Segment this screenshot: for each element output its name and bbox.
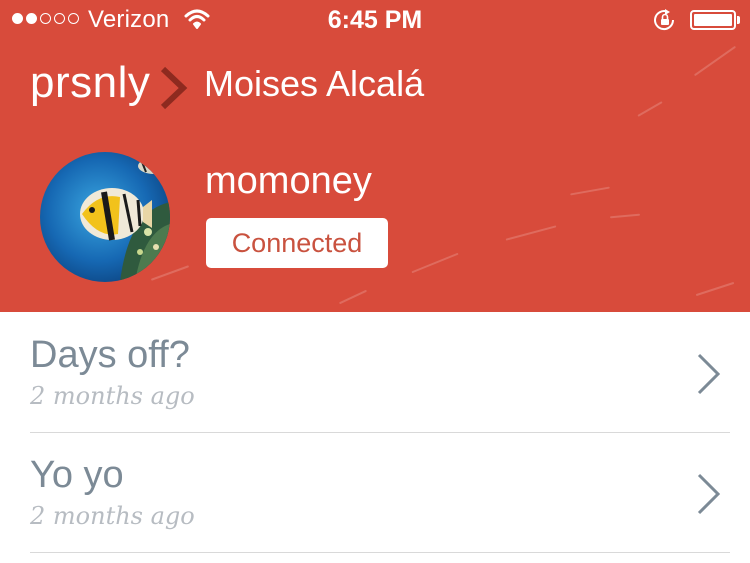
decorative-streak: [150, 265, 190, 281]
decorative-streak: [695, 281, 735, 297]
battery-tip: [737, 16, 740, 24]
list-item-timestamp: 2 months ago: [30, 382, 195, 410]
list-item-title: Yo yo: [30, 454, 124, 496]
decorative-streak: [505, 225, 557, 241]
status-badge: Connected: [206, 218, 388, 268]
battery-icon: [690, 10, 736, 30]
list-item[interactable]: Yo yo 2 months ago: [0, 432, 750, 552]
avatar[interactable]: [40, 152, 170, 282]
decorative-streak: [693, 45, 737, 77]
divider: [30, 552, 730, 553]
status-time: 6:45 PM: [327, 6, 423, 34]
chevron-right-icon: [696, 352, 722, 401]
username: momoney: [205, 160, 372, 202]
battery-level: [694, 14, 732, 26]
chevron-right-icon: [696, 472, 722, 521]
chevron-right-icon: [158, 66, 188, 115]
decorative-streak: [411, 252, 459, 274]
decorative-streak: [570, 186, 610, 196]
list-item-title: Days off?: [30, 334, 190, 376]
list-item[interactable]: Days off? 2 months ago: [0, 312, 750, 432]
app-logo[interactable]: prsnly: [30, 58, 150, 108]
decorative-streak: [609, 213, 641, 219]
breadcrumb-title: Moises Alcalá: [204, 63, 425, 104]
decorative-streak: [338, 289, 368, 305]
list-item-timestamp: 2 months ago: [30, 502, 195, 530]
status-bar: Verizon 6:45 PM: [0, 0, 750, 40]
profile-header: Verizon 6:45 PM prsnly Moises Alcalá mom…: [0, 0, 750, 312]
rotation-lock-icon: [653, 9, 677, 36]
decorative-streak: [637, 101, 663, 117]
